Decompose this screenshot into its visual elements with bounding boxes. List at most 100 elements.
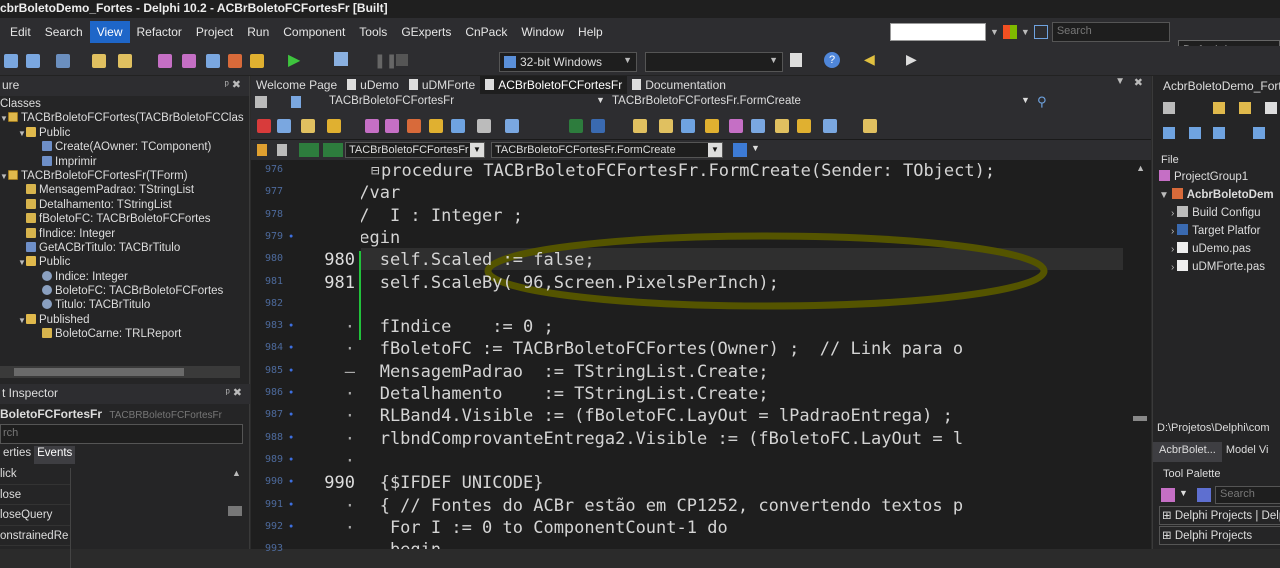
design-tool-icon[interactable] <box>505 119 519 133</box>
breakpoint-dot-icon[interactable]: ● <box>289 501 293 508</box>
design-tool-icon[interactable] <box>633 119 647 133</box>
structure-node[interactable]: Indice: Integer <box>0 270 245 284</box>
event-name[interactable]: lose <box>0 485 70 505</box>
breakpoint-dot-icon[interactable]: ● <box>289 456 293 463</box>
breakpoint-dot-icon[interactable]: ● <box>289 523 293 530</box>
chevron-up-icon[interactable]: ▲ <box>232 468 241 478</box>
scrollbar-thumb[interactable] <box>14 368 184 376</box>
project-node[interactable]: › Target Platfor <box>1159 222 1280 240</box>
expand-plus-icon[interactable]: ⊞ <box>1162 510 1175 522</box>
search-icon[interactable]: ⚲ <box>1037 94 1047 110</box>
chevron-down-icon[interactable]: ▼ <box>1021 27 1030 37</box>
build-icon[interactable] <box>1253 127 1265 139</box>
pin-close-icons[interactable]: ᵖ ✖ <box>226 384 242 402</box>
project-node[interactable]: › uDemo.pas <box>1159 240 1280 258</box>
platform-combo[interactable]: 32-bit Windows ▼ <box>499 52 637 72</box>
design-tool-icon[interactable] <box>257 119 271 133</box>
structure-node[interactable]: ▼ Published <box>0 313 245 327</box>
project-node[interactable]: › Build Configu <box>1159 204 1280 222</box>
grid-icon[interactable] <box>1265 102 1277 114</box>
structure-node[interactable]: Imprimir <box>0 155 245 169</box>
breakpoint-dot-icon[interactable]: ● <box>289 389 293 396</box>
design-tool-icon[interactable] <box>385 119 399 133</box>
inspector-search-input[interactable]: rch <box>0 424 243 444</box>
breakpoint-dot-icon[interactable]: ● <box>289 411 293 418</box>
expand-arrow-icon[interactable]: ▼ <box>18 127 26 141</box>
open-project-icon[interactable] <box>56 54 70 68</box>
expand-arrow-icon[interactable]: ▼ <box>18 256 26 270</box>
nav-method[interactable]: TACBrBoletoFCFortesFr.FormCreate <box>612 95 801 107</box>
run-without-debug-icon[interactable] <box>334 52 348 66</box>
design-tool-icon[interactable] <box>823 119 837 133</box>
menu-item-edit[interactable]: Edit <box>3 21 38 43</box>
expand-arrow-icon[interactable]: ▼ <box>0 112 8 126</box>
add-icon[interactable] <box>299 143 319 157</box>
menu-item-window[interactable]: Window <box>514 21 571 43</box>
view-unit-icon[interactable] <box>158 54 172 68</box>
palette-icon[interactable] <box>1161 488 1175 502</box>
collapse-icon[interactable] <box>1189 127 1201 139</box>
editor-tab[interactable]: uDemo <box>342 76 404 94</box>
design-tool-icon[interactable] <box>863 119 877 133</box>
design-tool-icon[interactable] <box>797 119 811 133</box>
run-icon[interactable]: ▶ <box>288 50 300 70</box>
event-name[interactable]: loseQuery <box>0 505 70 526</box>
menu-item-refactor[interactable]: Refactor <box>130 21 189 43</box>
tab-project[interactable]: AcbrBolet... <box>1153 442 1222 462</box>
tab-events[interactable]: Events <box>34 446 76 464</box>
bookmark-icon[interactable] <box>733 143 747 157</box>
menu-item-gexperts[interactable]: GExperts <box>394 21 458 43</box>
view-form-icon[interactable] <box>182 54 196 68</box>
scrollbar-thumb[interactable] <box>228 506 242 516</box>
design-tool-icon[interactable] <box>407 119 421 133</box>
structure-node[interactable]: BoletoFC: TACBrBoletoFCFortes <box>0 284 245 298</box>
struct-method-combo[interactable]: TACBrBoletoFCFortesFr.FormCreate ▼ <box>491 142 723 158</box>
structure-node[interactable]: ▼ Public <box>0 126 245 140</box>
menu-item-search[interactable]: Search <box>38 21 90 43</box>
expand-icon[interactable] <box>1163 127 1175 139</box>
object-selector[interactable]: BoletoFCFortesFr TACBRBoletoFCFortesFr <box>0 404 250 424</box>
design-tool-icon[interactable] <box>775 119 789 133</box>
event-name[interactable]: onstrainedRe <box>0 526 70 546</box>
structure-node[interactable]: MensagemPadrao: TStringList <box>0 183 245 197</box>
save-all-icon[interactable] <box>26 54 40 68</box>
remove-icon[interactable] <box>323 143 343 157</box>
design-tool-icon[interactable] <box>751 119 765 133</box>
design-tool-icon[interactable] <box>729 119 743 133</box>
toggle-form-icon[interactable] <box>206 54 220 68</box>
expand-arrow-icon[interactable]: ▼ <box>18 314 26 328</box>
project-node[interactable]: › uDMForte.pas <box>1159 258 1280 276</box>
menu-item-tools[interactable]: Tools <box>352 21 394 43</box>
help-icon[interactable]: ? <box>824 52 840 68</box>
breakpoint-dot-icon[interactable]: ● <box>289 434 293 441</box>
menu-item-help[interactable]: Help <box>571 21 610 43</box>
design-tool-icon[interactable] <box>477 119 491 133</box>
windows-icon[interactable] <box>1002 25 1017 39</box>
structure-node[interactable]: ▼ Public <box>0 255 245 269</box>
editor-tab[interactable]: ACBrBoletoFCFortesFr <box>480 76 628 94</box>
breakpoint-dot-icon[interactable]: ● <box>289 344 293 351</box>
editor-tab[interactable]: Documentation <box>627 76 731 94</box>
project-node[interactable]: ProjectGroup1 <box>1159 168 1280 186</box>
sync-icon[interactable] <box>1163 102 1175 114</box>
tool-palette-category[interactable]: ⊞ Delphi Projects | Delp <box>1159 506 1280 525</box>
tab-list-chevron-icon[interactable]: ▼ <box>1115 76 1125 87</box>
chevron-down-icon[interactable]: ▼ <box>596 95 605 105</box>
design-tool-icon[interactable] <box>591 119 605 133</box>
menu-item-run[interactable]: Run <box>240 21 276 43</box>
structure-node[interactable]: BoletoCarne: TRLReport <box>0 327 245 341</box>
breakpoint-dot-icon[interactable]: ● <box>289 322 293 329</box>
component-icon[interactable] <box>250 54 264 68</box>
editor-tab[interactable]: uDMForte <box>404 76 480 94</box>
menu-item-cnpack[interactable]: CnPack <box>458 21 514 43</box>
expand-plus-icon[interactable]: ⊞ <box>1162 530 1175 542</box>
chevron-down-icon[interactable]: ▼ <box>1179 488 1188 498</box>
structure-node[interactable]: Detalhamento: TStringList <box>0 198 245 212</box>
expand-arrow-icon[interactable]: ▼ <box>1159 190 1172 201</box>
structure-node[interactable]: fBoletoFC: TACBrBoletoFCFortes <box>0 212 245 226</box>
structure-node[interactable]: Create(AOwner: TComponent) <box>0 140 245 154</box>
tool-palette-category[interactable]: ⊞ Delphi Projects <box>1159 526 1280 545</box>
design-tool-icon[interactable] <box>451 119 465 133</box>
chevron-down-icon[interactable]: ▼ <box>1021 95 1030 105</box>
structure-node[interactable]: Titulo: TACBrTitulo <box>0 298 245 312</box>
